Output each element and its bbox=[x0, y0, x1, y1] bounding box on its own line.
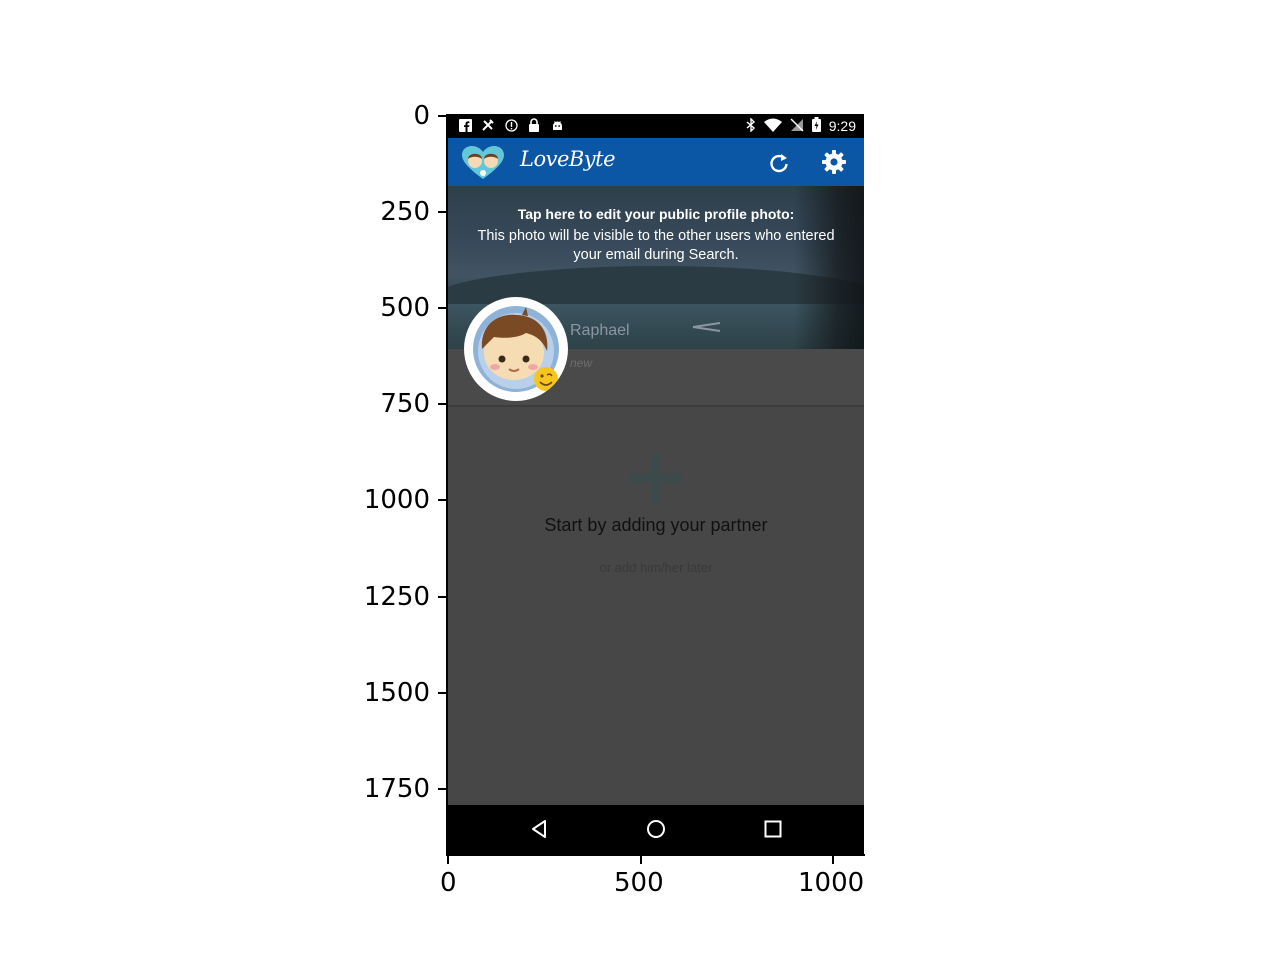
bluetooth-icon bbox=[746, 116, 756, 135]
y-tick-label: 1250 bbox=[363, 582, 430, 612]
x-tick-label: 1000 bbox=[798, 868, 865, 898]
refresh-icon bbox=[770, 154, 788, 173]
recents-icon bbox=[764, 820, 782, 838]
x-tick-label: 0 bbox=[440, 868, 457, 898]
y-tick-label: 1500 bbox=[363, 678, 430, 708]
phone-screen: 9:29 LoveByte Tap here to edit your publ… bbox=[448, 114, 864, 854]
y-tick bbox=[438, 499, 446, 501]
add-later-link[interactable]: or add him/her later bbox=[448, 560, 864, 575]
no-sim-icon bbox=[790, 118, 804, 135]
nav-bar bbox=[448, 805, 864, 854]
y-tick-label: 750 bbox=[380, 389, 430, 419]
status-bar: 9:29 bbox=[448, 114, 864, 138]
edit-name-icon[interactable] bbox=[692, 320, 722, 338]
battery-icon bbox=[811, 117, 821, 135]
user-status: new bbox=[570, 356, 593, 370]
recents-button[interactable] bbox=[764, 820, 782, 838]
home-button[interactable] bbox=[646, 819, 666, 839]
settings-button[interactable] bbox=[819, 147, 849, 177]
settings-icon bbox=[822, 150, 846, 174]
app-logo-icon bbox=[462, 146, 504, 180]
x-tick bbox=[640, 856, 642, 864]
home-icon bbox=[647, 820, 665, 838]
add-partner-button[interactable] bbox=[626, 448, 686, 508]
y-tick bbox=[438, 211, 446, 213]
x-tick-label: 500 bbox=[614, 868, 664, 898]
edit-photo-tip-body: This photo will be visible to the other … bbox=[477, 228, 835, 263]
edit-photo-tip-title: Tap here to edit your public profile pho… bbox=[517, 206, 795, 222]
y-tick bbox=[438, 307, 446, 309]
boy-avatar-icon bbox=[464, 297, 568, 392]
y-tick-label: 250 bbox=[380, 197, 430, 227]
empty-state-title: Start by adding your partner bbox=[544, 515, 768, 535]
x-tick bbox=[832, 856, 834, 864]
y-tick bbox=[438, 403, 446, 405]
back-button[interactable] bbox=[530, 819, 550, 839]
y-tick-label: 1750 bbox=[363, 774, 430, 804]
y-tick bbox=[438, 692, 446, 694]
y-tick bbox=[438, 788, 446, 790]
android-icon bbox=[550, 118, 564, 132]
x-tick bbox=[447, 856, 449, 864]
y-tick bbox=[438, 115, 446, 117]
app-bar: LoveByte bbox=[448, 138, 864, 186]
y-tick-label: 500 bbox=[380, 293, 430, 323]
x-axis bbox=[446, 854, 865, 856]
y-tick-label: 0 bbox=[413, 101, 430, 131]
lock-icon bbox=[527, 118, 541, 132]
plus-icon bbox=[630, 452, 682, 504]
tools-icon bbox=[481, 118, 495, 132]
wifi-icon bbox=[763, 118, 782, 135]
back-icon bbox=[532, 820, 546, 838]
y-tick bbox=[438, 596, 446, 598]
status-time: 9:29 bbox=[828, 118, 856, 134]
app-title: LoveByte bbox=[520, 147, 616, 171]
avatar[interactable] bbox=[464, 297, 568, 401]
info-icon bbox=[504, 118, 518, 132]
facebook-icon bbox=[458, 118, 472, 132]
refresh-button[interactable] bbox=[764, 149, 794, 177]
y-tick-label: 1000 bbox=[363, 485, 430, 515]
user-name: Raphael bbox=[570, 322, 630, 339]
